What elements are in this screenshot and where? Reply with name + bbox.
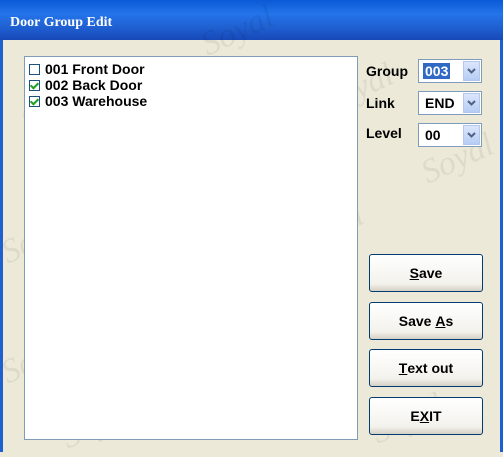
group-value: 003 — [423, 63, 451, 79]
door-item[interactable]: 002 Back Door — [25, 77, 357, 93]
window-title: Door Group Edit — [10, 15, 113, 30]
exit-button[interactable]: E X IT — [369, 397, 483, 435]
link-label: Link — [366, 95, 395, 111]
link-dropdown-button[interactable] — [463, 93, 480, 113]
chevron-down-icon — [467, 68, 476, 74]
chevron-down-icon — [467, 100, 476, 106]
door-item[interactable]: 001 Front Door — [25, 61, 357, 77]
save-as-mnemonic: A — [435, 313, 446, 329]
save-as-button[interactable]: Save As — [369, 302, 483, 340]
level-label: Level — [366, 125, 402, 141]
text-out-label-suffix: ext out — [407, 360, 454, 376]
door-checkbox[interactable] — [29, 63, 40, 75]
door-item[interactable]: 003 Warehouse — [25, 93, 357, 109]
chevron-down-icon — [467, 132, 476, 138]
link-select[interactable]: END — [418, 91, 482, 115]
group-dropdown-button[interactable] — [463, 61, 480, 81]
door-label: 003 Warehouse — [45, 93, 148, 109]
title-bar[interactable]: Door Group Edit — [0, 0, 503, 40]
door-list[interactable]: 001 Front Door 002 Back Door 003 Warehou… — [24, 56, 358, 440]
save-as-label-prefix: Save — [398, 313, 436, 329]
door-label: 002 Back Door — [45, 77, 143, 93]
text-out-button[interactable]: Text out — [369, 349, 483, 387]
level-dropdown-button[interactable] — [463, 125, 480, 145]
door-label: 001 Front Door — [45, 61, 145, 77]
exit-label-suffix: IT — [429, 408, 442, 424]
save-as-label-suffix: s — [445, 313, 454, 329]
group-label: Group — [366, 63, 408, 79]
save-button[interactable]: Save — [369, 254, 483, 292]
door-checkbox[interactable] — [29, 95, 40, 107]
exit-label-prefix: E — [410, 408, 420, 424]
text-out-mnemonic: T — [398, 360, 408, 376]
group-select[interactable]: 003 — [418, 59, 482, 83]
save-label-suffix: ave — [418, 265, 443, 281]
save-mnemonic: S — [409, 265, 419, 281]
link-value: END — [425, 95, 455, 111]
level-select[interactable]: 00 — [418, 123, 482, 147]
exit-mnemonic: X — [419, 408, 430, 424]
level-value: 00 — [425, 127, 441, 143]
door-checkbox[interactable] — [29, 79, 40, 91]
